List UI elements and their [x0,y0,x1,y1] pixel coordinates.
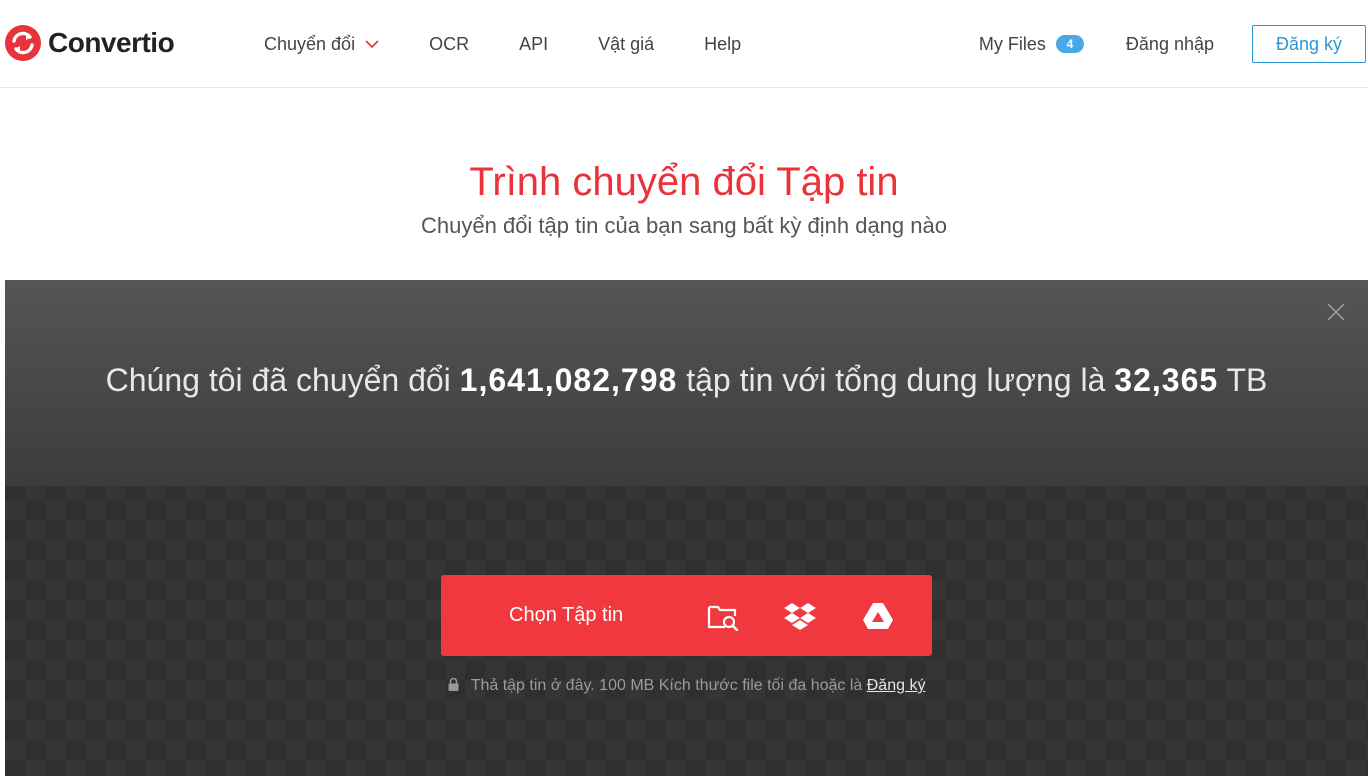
site-header: Convertio Chuyển đổi OCR API Vật giá Hel… [0,0,1368,88]
close-icon[interactable] [1326,302,1346,322]
google-drive-icon-glyph [863,603,893,629]
my-files-label: My Files [978,33,1046,54]
nav-item-label: Help [704,33,742,54]
files-count: 1,641,082,798 [459,362,678,398]
nav-item-api[interactable]: API [519,34,548,55]
dropbox-icon-glyph [784,603,816,630]
size-unit: TB [1226,362,1268,398]
stats-banner: Chúng tôi đã chuyển đổi 1,641,082,798 tậ… [5,280,1368,486]
stats-middle: tập tin với tổng dung lượng là [686,362,1106,398]
page-title: Trình chuyển đổi Tập tin [469,160,899,204]
total-size: 32,365 [1114,362,1219,398]
convertio-logo-icon [5,25,41,61]
main-nav: Chuyển đổi OCR API Vật giá Help [264,0,791,88]
login-link[interactable]: Đăng nhập [1126,34,1214,55]
lock-icon [448,678,459,691]
nav-item-label: Chuyển đổi [264,33,356,54]
drop-hint-text: Thả tập tin ở đây. 100 MB Kích thước fil… [470,677,863,694]
account-nav: My Files 4 Đăng nhập Đăng ký [979,0,1368,88]
google-drive-icon[interactable] [861,599,895,633]
logo-link[interactable]: Convertio [4,24,175,62]
file-picker-bar: Chọn Tập tin [441,575,932,656]
nav-item-pricing[interactable]: Vật giá [598,34,654,55]
drop-hint: Thả tập tin ở đây. 100 MB Kích thước fil… [5,677,1368,695]
nav-item-convert[interactable]: Chuyển đổi [264,34,379,55]
nav-item-label: OCR [429,33,470,54]
nav-item-label: Vật giá [598,33,655,54]
choose-files-button[interactable]: Chọn Tập tin [509,575,623,656]
page-subtitle: Chuyển đổi tập tin của bạn sang bất kỳ đ… [421,213,947,238]
chevron-down-icon [365,40,379,49]
file-count-badge: 4 [1055,35,1084,53]
dropbox-icon[interactable] [783,599,817,633]
nav-item-help[interactable]: Help [704,34,741,55]
folder-search-icon[interactable] [706,599,740,633]
my-files-link[interactable]: My Files 4 [979,34,1084,55]
brand-name: Convertio [48,27,175,58]
stats-prefix: Chúng tôi đã chuyển đổi [105,362,451,398]
folder-search-icon-glyph [707,605,739,631]
upload-panel: Chúng tôi đã chuyển đổi 1,641,082,798 tậ… [5,280,1368,776]
signup-button[interactable]: Đăng ký [1252,25,1366,63]
signup-link[interactable]: Đăng ký [867,677,926,694]
nav-item-label: API [519,33,549,54]
conversion-stats: Chúng tôi đã chuyển đổi 1,641,082,798 tậ… [5,362,1368,399]
nav-item-ocr[interactable]: OCR [429,34,469,55]
